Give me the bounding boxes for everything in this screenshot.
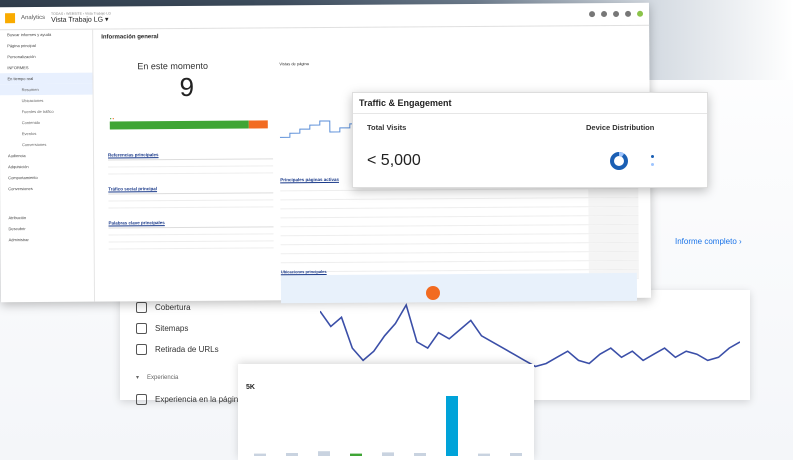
sidebar-item[interactable]: Comportamiento: [0, 172, 93, 184]
traffic-engagement-card: Traffic & Engagement Total Visits < 5,00…: [352, 92, 708, 188]
percent-cell: [588, 206, 639, 216]
top-keywords-title[interactable]: Palabras clave principales: [108, 220, 164, 225]
sidebar-item[interactable]: Eventos: [0, 128, 93, 140]
more-icon[interactable]: [625, 10, 632, 17]
sidebar-item[interactable]: Página principal: [0, 40, 92, 52]
sc-item-retirada[interactable]: Retirada de URLs: [136, 344, 219, 355]
card-title: Traffic & Engagement: [359, 98, 452, 108]
visits-bar: [350, 453, 362, 456]
realtime-label: En este momento: [137, 60, 208, 72]
sidebar-item[interactable]: Personalización: [0, 51, 92, 63]
device-donut-chart: [610, 152, 628, 170]
view-selector[interactable]: TODAS › WEBSITE › Vista Trabajo LG Vista…: [51, 11, 111, 23]
visits-bar: [510, 453, 522, 456]
desktop-bar: [109, 120, 249, 130]
visits-bars: [254, 396, 522, 456]
donut-desktop-slice: [610, 152, 628, 170]
visits-bar: [286, 453, 298, 456]
total-visits-value: < 5,000: [367, 152, 421, 169]
header-icons: [589, 10, 644, 18]
percent-cell: [588, 197, 639, 207]
top-social-title[interactable]: Tráfico social principal: [108, 186, 157, 191]
top-locations-title[interactable]: Ubicaciones principales: [281, 269, 327, 274]
sidebar-item[interactable]: Conversiones: [0, 183, 93, 195]
location-marker: [426, 286, 440, 300]
sidebar-item[interactable]: Contenido: [0, 117, 93, 129]
realtime-users-count: 9: [179, 71, 195, 103]
percent-cell: [588, 188, 639, 198]
analytics-logo-icon: [5, 13, 16, 24]
sitemap-icon: [136, 323, 147, 334]
apps-icon[interactable]: [601, 11, 608, 18]
avatar[interactable]: [637, 10, 644, 17]
document-icon: [136, 302, 147, 313]
visits-bar: [318, 451, 330, 456]
sidebar-bottom-item[interactable]: Atribución: [0, 212, 93, 224]
percent-cell: [588, 260, 639, 270]
donut-mobile-slice: [618, 152, 625, 158]
sc-item-cobertura[interactable]: Cobertura: [136, 302, 191, 313]
visits-bar: [478, 453, 490, 456]
view-name: Vista Trabajo LG ▾: [51, 16, 109, 24]
sidebar-item[interactable]: Adquisición: [0, 161, 93, 173]
percent-cell: [588, 224, 639, 234]
visits-bar-chart-panel: 5K: [238, 364, 534, 460]
sidebar-item[interactable]: Conversiones: [0, 139, 93, 151]
sc-item-sitemaps[interactable]: Sitemaps: [136, 323, 188, 334]
sidebar-item[interactable]: Ubicaciones: [0, 95, 93, 107]
sidebar-item[interactable]: Resumen: [0, 83, 93, 96]
sc-item-experiencia[interactable]: ▾ Experiencia: [136, 374, 178, 382]
page-title: Información general: [101, 34, 159, 41]
device-legend: ● ●: [109, 116, 115, 121]
device-split-bar: [109, 120, 268, 130]
top-active-pages: Principales páginas activas: [280, 175, 639, 282]
device-legend-desktop: [651, 155, 656, 159]
visits-bar: [446, 396, 458, 456]
percent-cell: [588, 233, 639, 243]
sidebar-bottom-item[interactable]: Descubrir: [0, 223, 93, 235]
sidebar-item[interactable]: INFORMES: [0, 62, 92, 74]
sidebar-item[interactable]: Audiencia: [0, 150, 93, 162]
social-table: [108, 192, 274, 209]
eye-off-icon: [136, 344, 147, 355]
sidebar-bottom-item[interactable]: Administrar: [1, 234, 94, 246]
keywords-table: [108, 226, 274, 250]
percent-cell: [588, 251, 639, 261]
percent-cell: [588, 242, 639, 252]
locations-map: [280, 272, 638, 304]
gauge-icon: [136, 394, 147, 405]
total-visits-label: Total Visits: [367, 123, 407, 132]
chevron-icon: ▾: [136, 375, 140, 381]
impressions-series: [319, 302, 741, 368]
referrals-table: [108, 158, 274, 175]
device-legend-mobile: [651, 163, 656, 167]
visits-bar: [414, 453, 426, 456]
ga-sidebar: Buscar informes y ayuda Página principal P…: [0, 28, 96, 303]
notifications-icon[interactable]: [589, 11, 596, 18]
top-referrals-title[interactable]: Referencias principales: [108, 152, 159, 157]
sidebar-item[interactable]: Fuentes de tráfico: [0, 106, 93, 118]
visits-bar: [254, 453, 266, 456]
sidebar-item[interactable]: En tiempo real: [0, 72, 93, 85]
help-icon[interactable]: [613, 10, 620, 17]
visits-bar: [382, 452, 394, 456]
percent-cell: [588, 215, 639, 225]
device-distribution-label: Device Distribution: [586, 123, 655, 132]
analytics-brand: Analytics: [21, 14, 46, 22]
full-report-link[interactable]: Informe completo ›: [675, 237, 742, 246]
mobile-bar: [248, 120, 268, 129]
card-divider: [353, 113, 707, 114]
sc-item-experiencia-pagina[interactable]: Experiencia en la página: [136, 394, 243, 405]
sidebar-item[interactable]: Buscar informes y ayuda: [0, 29, 92, 41]
